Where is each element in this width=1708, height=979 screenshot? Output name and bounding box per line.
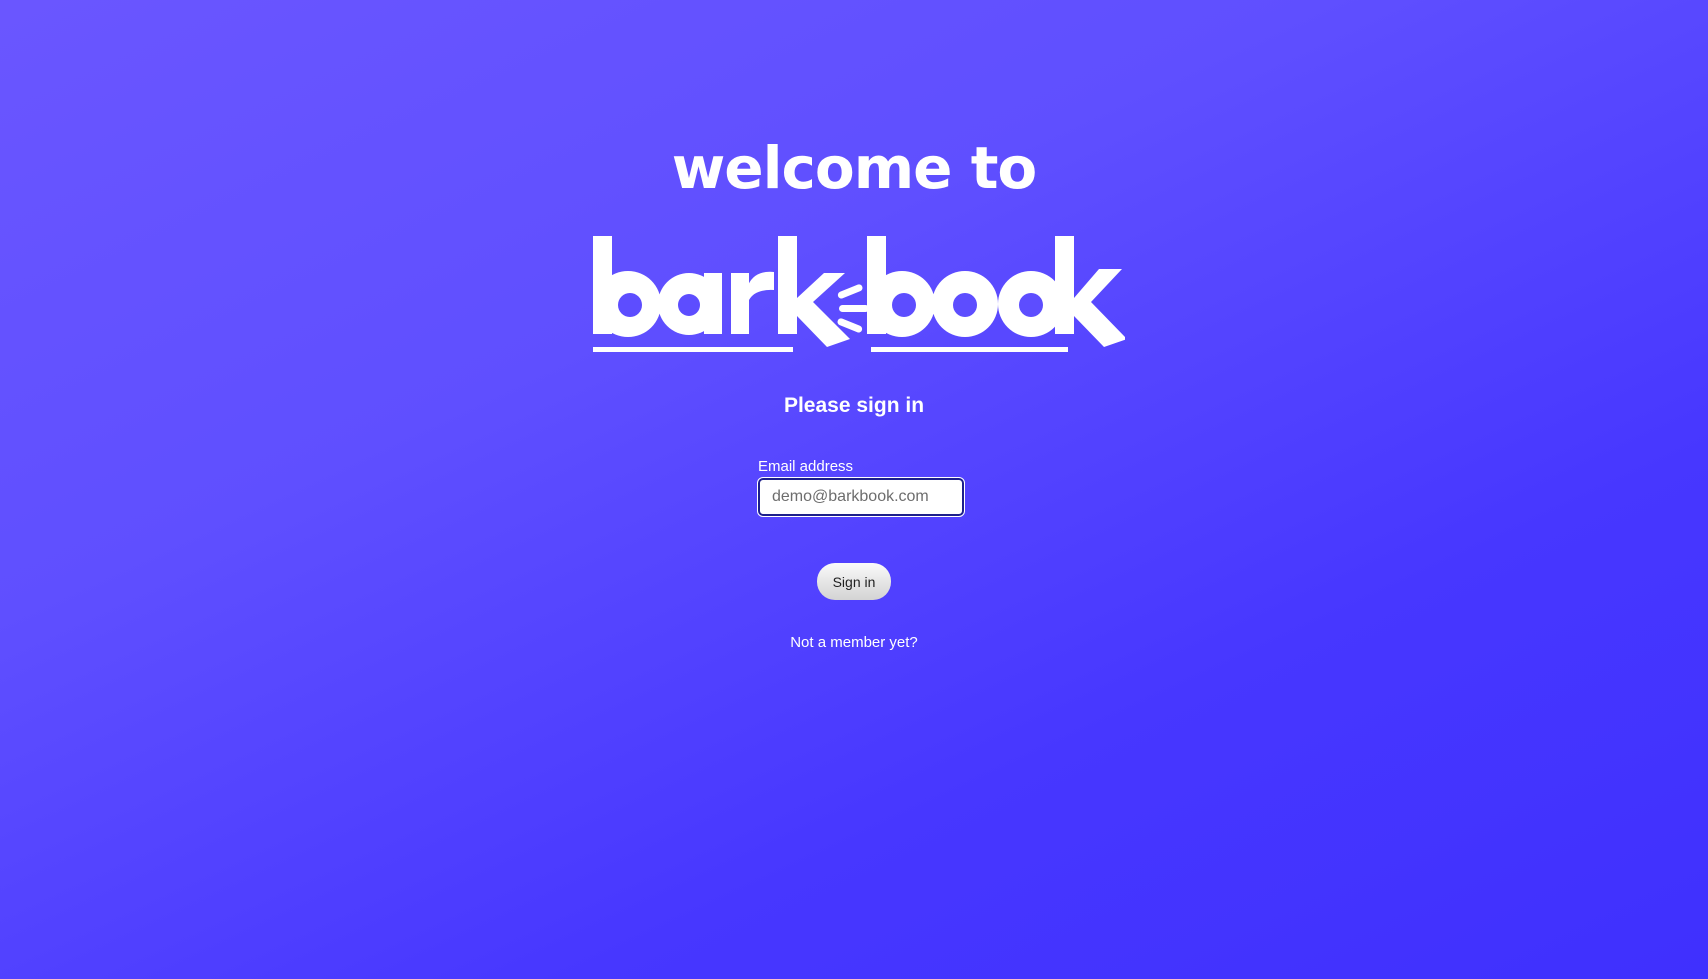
welcome-heading: welcome to — [671, 134, 1038, 202]
sign-in-button[interactable]: Sign in — [817, 563, 891, 600]
email-field[interactable] — [757, 477, 965, 517]
email-label: Email address — [758, 458, 854, 475]
barkbook-logo — [593, 236, 1125, 352]
sign-in-heading: Please sign in — [783, 394, 925, 417]
signup-link[interactable]: Not a member yet? — [0, 634, 1708, 652]
